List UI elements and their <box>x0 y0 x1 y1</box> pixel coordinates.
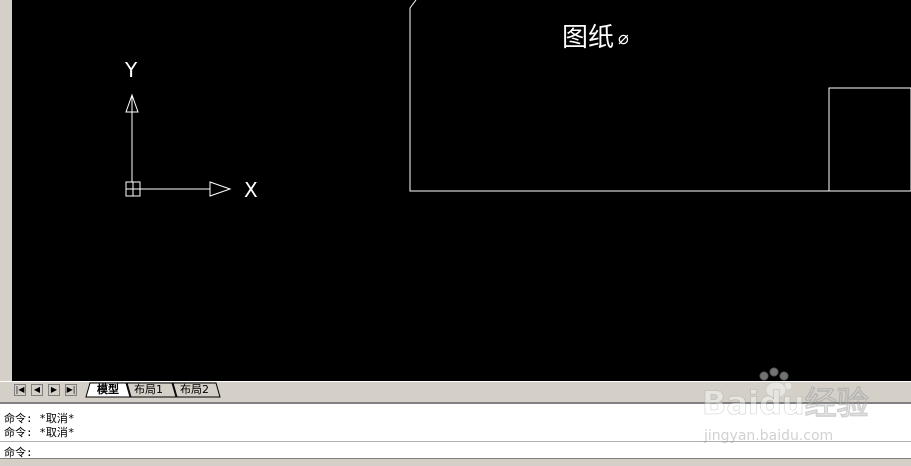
layout-tab-bar: |◀ ◀ ▶ ▶| 模型 布局1 布局2 <box>0 381 911 399</box>
command-history-line: 命令: *取消* <box>4 426 75 439</box>
drawing-title-text: 图纸 <box>562 23 614 53</box>
drawing-canvas[interactable]: Y X 图纸 ⌀ <box>12 0 911 381</box>
prev-tab-button[interactable]: ◀ <box>31 384 43 396</box>
ucs-y-label: Y <box>124 58 138 82</box>
title-block-frame <box>409 0 911 192</box>
command-window[interactable]: 命令: *取消* 命令: *取消* 命令: <box>0 402 911 465</box>
tab-layout2[interactable]: 布局2 <box>180 383 209 397</box>
tab-model[interactable]: 模型 <box>97 383 119 397</box>
tab-layout1[interactable]: 布局1 <box>134 383 163 397</box>
ucs-icon <box>125 93 232 197</box>
last-tab-button[interactable]: ▶| <box>65 384 77 396</box>
title-block-cell <box>828 87 911 192</box>
diameter-symbol: ⌀ <box>618 28 629 49</box>
drawing-svg: Y X 图纸 ⌀ <box>124 0 911 202</box>
first-tab-button[interactable]: |◀ <box>14 384 26 396</box>
next-tab-button[interactable]: ▶ <box>48 384 60 396</box>
ucs-x-label: X <box>244 178 258 202</box>
command-divider <box>0 441 911 442</box>
